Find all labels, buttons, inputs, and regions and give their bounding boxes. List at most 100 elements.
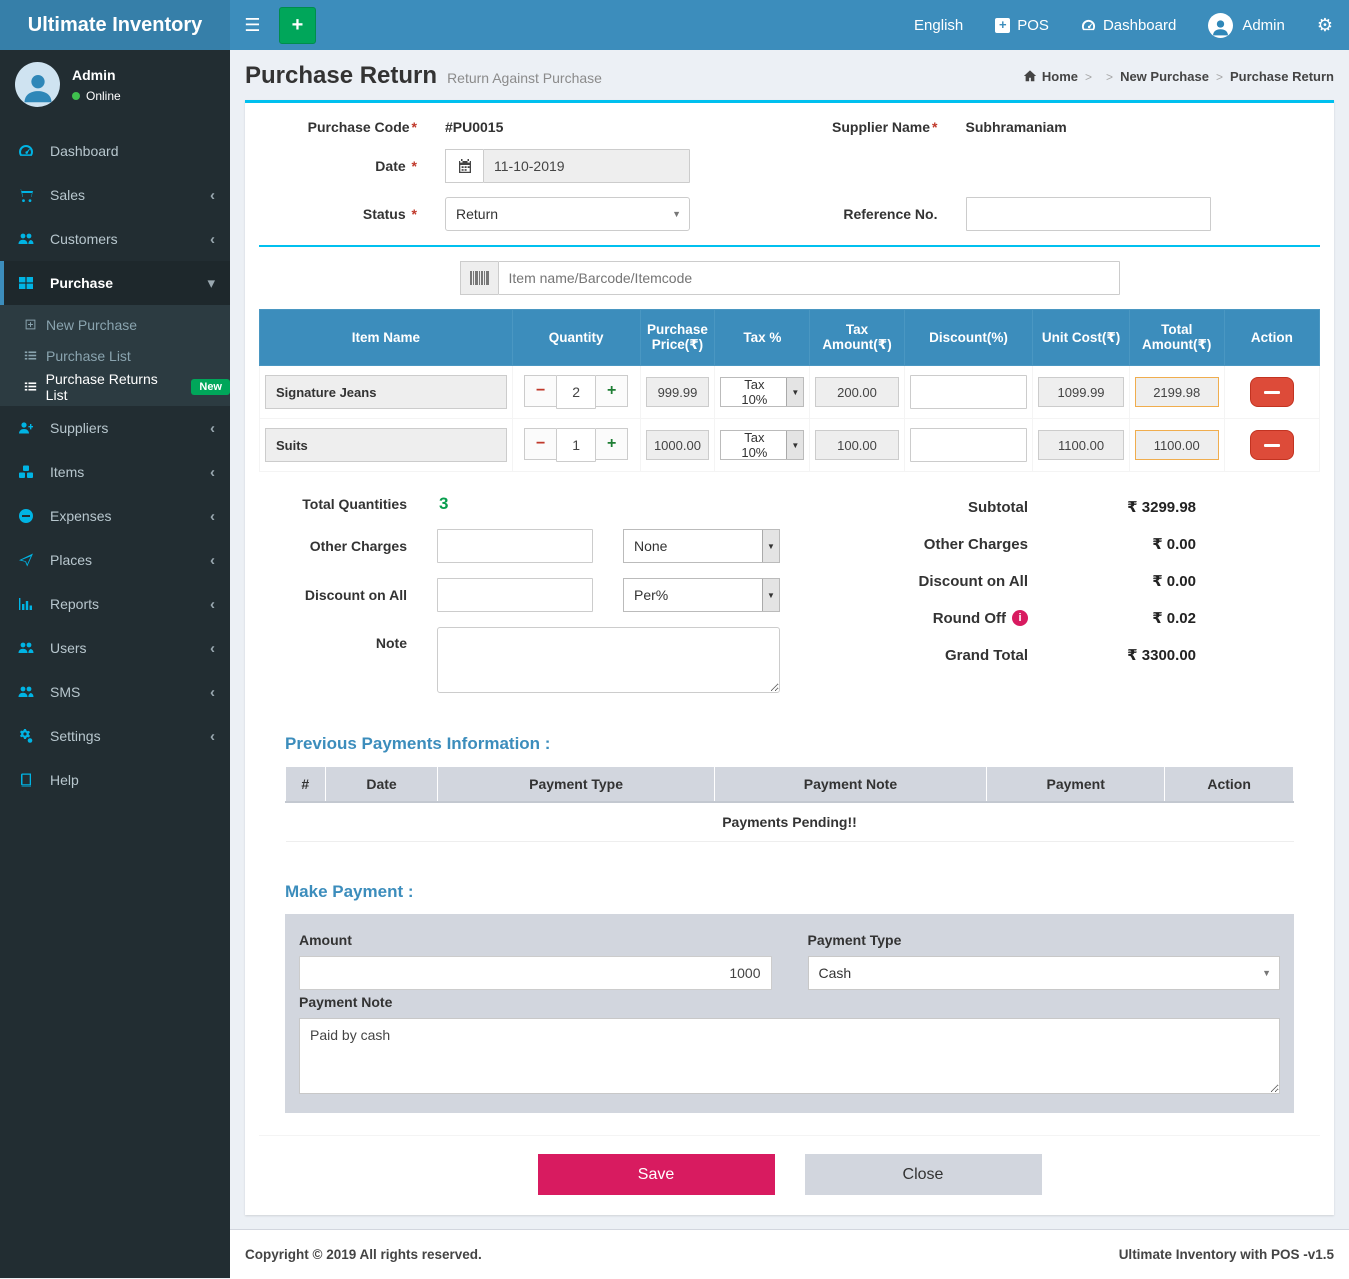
sidebar-item-dashboard[interactable]: Dashboard — [0, 129, 230, 173]
quick-add-button[interactable]: + — [279, 7, 316, 44]
quantity-stepper: − + — [518, 375, 635, 409]
discount-input[interactable] — [910, 428, 1028, 462]
qty-decrement-button[interactable]: − — [524, 375, 556, 407]
sidebar-item-reports[interactable]: Reports ‹ — [0, 582, 230, 626]
sidebar-item-items[interactable]: Items ‹ — [0, 450, 230, 494]
payment-note-textarea[interactable]: Paid by cash — [299, 1018, 1280, 1094]
date-input[interactable] — [483, 149, 690, 183]
person-icon — [19, 69, 57, 107]
breadcrumb-home[interactable]: Home — [1042, 69, 1078, 84]
col-tax-amount: Tax Amount(₹) — [810, 310, 904, 366]
app-logo[interactable]: Ultimate Inventory — [0, 0, 230, 50]
previous-payments-table: # Date Payment Type Payment Note Payment… — [285, 766, 1294, 842]
unit-cost-value: 1100.00 — [1038, 430, 1123, 460]
sidebar-menu: Dashboard Sales ‹ Customers ‹ Purchase ▾… — [0, 129, 230, 802]
pos-link[interactable]: + POS — [979, 0, 1065, 50]
new-badge: New — [191, 379, 230, 395]
copyright-text: Copyright © 2019 All rights reserved. — [245, 1247, 482, 1262]
amount-input[interactable] — [299, 956, 772, 990]
round-off-info-icon[interactable]: i — [1012, 610, 1028, 626]
qty-input[interactable] — [556, 428, 596, 462]
qty-decrement-button[interactable]: − — [524, 428, 556, 460]
top-navbar: ☰ + English + POS Dashboard Admin — [230, 0, 1349, 50]
total-amount-value: 1100.00 — [1135, 430, 1219, 460]
chevron-left-icon: ‹ — [210, 552, 215, 569]
submenu-item-purchase-returns-list[interactable]: Purchase Returns List New — [0, 371, 230, 402]
language-menu[interactable]: English — [898, 0, 979, 50]
reference-no-label: Reference No. — [790, 206, 950, 222]
sidebar-item-sms[interactable]: SMS ‹ — [0, 670, 230, 714]
gauge-icon — [1081, 18, 1096, 33]
minus-icon — [1264, 391, 1280, 394]
discount-on-all-input[interactable] — [437, 578, 593, 612]
reference-no-input[interactable] — [966, 197, 1211, 231]
tax-select[interactable]: Tax 10% ▼ — [720, 377, 804, 407]
select-arrow-icon: ▼ — [672, 209, 681, 219]
plus-square-icon: + — [995, 18, 1010, 33]
item-row: Signature Jeans − + 999.99 Tax 10% — [260, 366, 1320, 419]
item-name-value: Suits — [265, 428, 507, 462]
page-title: Purchase Return — [245, 62, 437, 90]
sidebar-item-help[interactable]: Help — [0, 758, 230, 802]
chevron-down-icon: ▾ — [207, 274, 215, 292]
date-input-group — [445, 149, 690, 183]
submenu-item-new-purchase[interactable]: New Purchase — [0, 309, 230, 340]
col-discount: Discount(%) — [904, 310, 1033, 366]
subtotal-value: ₹ 3299.98 — [1028, 498, 1196, 516]
item-search-input[interactable] — [498, 261, 1120, 295]
dashboard-link[interactable]: Dashboard — [1065, 0, 1192, 50]
list-icon — [24, 349, 46, 362]
discount-input[interactable] — [910, 375, 1028, 409]
select-arrow-icon: ▼ — [1262, 968, 1271, 978]
qty-increment-button[interactable]: + — [596, 375, 628, 407]
sidebar-item-purchase[interactable]: Purchase ▾ — [0, 261, 230, 305]
save-button[interactable]: Save — [538, 1154, 775, 1195]
submenu-item-purchase-list[interactable]: Purchase List — [0, 340, 230, 371]
user-menu[interactable]: Admin — [1192, 0, 1301, 50]
discount-type-select[interactable]: Per% ▼ — [623, 578, 780, 612]
col-total-amount: Total Amount(₹) — [1129, 310, 1224, 366]
hamburger-icon: ☰ — [244, 15, 260, 36]
gears-icon — [18, 728, 44, 744]
settings-gears-button[interactable]: ⚙ — [1301, 15, 1349, 36]
total-quantities-label: Total Quantities — [271, 496, 421, 512]
sidebar-item-sales[interactable]: Sales ‹ — [0, 173, 230, 217]
cart-icon — [18, 187, 44, 203]
purchase-return-panel: Purchase Code* #PU0015 Supplier Name* Su… — [245, 100, 1334, 1215]
barcode-icon — [460, 261, 498, 295]
discount-total-value: ₹ 0.00 — [1028, 572, 1196, 590]
sidebar-item-expenses[interactable]: Expenses ‹ — [0, 494, 230, 538]
note-textarea[interactable] — [437, 627, 780, 693]
other-charges-input[interactable] — [437, 529, 593, 563]
sidebar-item-settings[interactable]: Settings ‹ — [0, 714, 230, 758]
qty-input[interactable] — [556, 375, 596, 409]
amount-label: Amount — [299, 932, 772, 948]
sidebar-toggle-button[interactable]: ☰ — [230, 0, 275, 50]
select-arrow-icon: ▼ — [786, 378, 803, 406]
breadcrumb-blank — [1078, 69, 1099, 84]
purchase-submenu: New Purchase Purchase List Purchase Retu… — [0, 305, 230, 406]
grand-total-label: Grand Total — [820, 647, 1028, 664]
chevron-left-icon: ‹ — [210, 464, 215, 481]
qty-increment-button[interactable]: + — [596, 428, 628, 460]
breadcrumb-new-purchase[interactable]: New Purchase — [1099, 69, 1209, 84]
grand-total-value: ₹ 3300.00 — [1028, 646, 1196, 664]
version-text: Ultimate Inventory with POS -v1.5 — [1119, 1247, 1334, 1262]
total-amount-value: 2199.98 — [1135, 377, 1219, 407]
sidebar-item-suppliers[interactable]: Suppliers ‹ — [0, 406, 230, 450]
other-charges-label: Other Charges — [271, 538, 421, 554]
sidebar-item-customers[interactable]: Customers ‹ — [0, 217, 230, 261]
status-select[interactable]: Return ▼ — [445, 197, 690, 231]
payment-type-select[interactable]: Cash ▼ — [808, 956, 1281, 990]
other-charges-type-select[interactable]: None ▼ — [623, 529, 780, 563]
sidebar-item-places[interactable]: Places ‹ — [0, 538, 230, 582]
tax-select[interactable]: Tax 10% ▼ — [720, 430, 804, 460]
person-icon — [1210, 17, 1231, 38]
close-button[interactable]: Close — [805, 1154, 1042, 1195]
remove-item-button[interactable] — [1250, 377, 1294, 407]
col-unit-cost: Unit Cost(₹) — [1033, 310, 1129, 366]
page-subtitle: Return Against Purchase — [447, 70, 602, 86]
remove-item-button[interactable] — [1250, 430, 1294, 460]
item-name-value: Signature Jeans — [265, 375, 507, 409]
sidebar-item-users[interactable]: Users ‹ — [0, 626, 230, 670]
